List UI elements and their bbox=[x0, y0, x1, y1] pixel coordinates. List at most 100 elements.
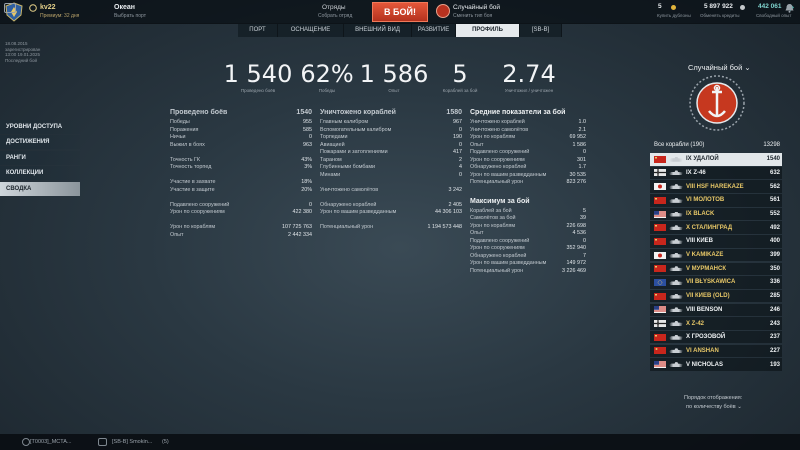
ship-battles-count: 336 bbox=[769, 279, 780, 286]
doubloons-value[interactable]: 5 bbox=[658, 3, 662, 10]
sidebar-item-collections[interactable]: КОЛЛЕКЦИИ bbox=[0, 166, 80, 181]
stat-row: Урон по кораблям 107 725 763 bbox=[170, 224, 312, 232]
credits-value[interactable]: 5 897 922 bbox=[704, 3, 733, 10]
ship-row[interactable]: X СТАЛИНГРАД 492 bbox=[650, 221, 782, 234]
all-ships-header[interactable]: Все корабли (190) 13298 bbox=[654, 142, 780, 148]
battle-button[interactable]: В БОЙ! bbox=[372, 2, 428, 22]
stat-label: Обнаружено кораблей bbox=[470, 164, 527, 170]
ship-silhouette-icon bbox=[669, 156, 683, 162]
ship-row[interactable]: IX Z-46 632 bbox=[650, 166, 782, 180]
stat-label: Самолётов за бой bbox=[470, 215, 516, 221]
ship-row[interactable]: VII КИЕВ (OLD) 285 bbox=[650, 289, 782, 303]
stat-value: 69 952 bbox=[569, 134, 587, 140]
chat-icon[interactable] bbox=[4, 3, 16, 13]
sidebar-item-ranks[interactable]: РАНГИ bbox=[0, 150, 80, 165]
contacts-icon[interactable] bbox=[22, 438, 30, 446]
stat-row: Кораблей за бой 5 bbox=[470, 208, 586, 216]
stat-value: 4 bbox=[459, 164, 462, 170]
stat-value: 7 bbox=[583, 252, 586, 259]
credits-icon bbox=[740, 5, 745, 10]
nation-flag-icon bbox=[654, 237, 666, 245]
ship-silhouette-icon bbox=[669, 362, 683, 368]
stat-value: 2 bbox=[459, 156, 462, 163]
nation-flag-icon bbox=[654, 306, 666, 314]
stat-value: 226 698 bbox=[566, 222, 587, 229]
ship-row[interactable]: VIII HSF HAREKAZE 562 bbox=[650, 180, 782, 193]
sidebar-item-achievements[interactable]: ДОСТИЖЕНИЯ bbox=[0, 135, 80, 150]
stat-label: Урон по вашим разведданным bbox=[320, 209, 397, 215]
stat-label: Точность торпед bbox=[170, 164, 212, 170]
stat-label: Главным калибром bbox=[320, 119, 369, 125]
sidebar-item-summary[interactable]: СВОДКА bbox=[0, 181, 80, 196]
ship-battles-count: 243 bbox=[769, 320, 780, 327]
stat-row: Глубинными бомбами 4 bbox=[320, 164, 462, 172]
tab-research[interactable]: РАЗВИТИЕ bbox=[412, 24, 456, 37]
ship-name: X СТАЛИНГРАД bbox=[686, 224, 733, 231]
premium-status[interactable]: Премиум: 32 дня bbox=[40, 13, 79, 19]
ship-row[interactable]: VII BŁYSKAWICA 336 bbox=[650, 276, 782, 289]
stat-value: 967 bbox=[453, 119, 462, 125]
tab-appearance[interactable]: ВНЕШНИЙ ВИД bbox=[344, 24, 412, 37]
nation-flag-icon bbox=[654, 320, 666, 327]
stat-label: Подавлено сооружений bbox=[470, 149, 530, 155]
nation-flag-icon bbox=[654, 265, 666, 273]
stat-value: 43% bbox=[301, 156, 312, 163]
stat-row: Обнаружено кораблей 1.7 bbox=[470, 164, 586, 172]
stat-row: Уничтожено самолётов 2.1 bbox=[470, 127, 586, 135]
chat-channel-1[interactable]: [T0003]_MCTA... bbox=[30, 439, 71, 445]
exchange-credits-link[interactable]: Обменять кредиты bbox=[700, 13, 739, 18]
free-xp-value[interactable]: 442 061 bbox=[758, 3, 782, 10]
stat-label: Торпедами bbox=[320, 134, 348, 140]
stat-value: 1.7 bbox=[578, 164, 587, 170]
average-stats-title: Средние показатели за бой bbox=[470, 109, 566, 116]
battle-mode-icon[interactable] bbox=[436, 4, 450, 18]
stat-value: 2 405 bbox=[448, 201, 463, 208]
chat-channel-2[interactable]: [SB-B] Smokin... bbox=[112, 439, 152, 445]
nation-flag-icon bbox=[654, 333, 666, 341]
ship-row[interactable]: V МУРМАНСК 350 bbox=[650, 262, 782, 275]
ship-row[interactable]: X ГРОЗОВОЙ 237 bbox=[650, 330, 782, 344]
sort-order-dropdown[interactable]: по количеству боёв ⌄ bbox=[686, 404, 742, 410]
ship-row[interactable]: X Z-42 243 bbox=[650, 317, 782, 330]
nation-flag-icon bbox=[654, 251, 666, 259]
tab-port[interactable]: ПОРТ bbox=[238, 24, 278, 37]
ship-name: X ГРОЗОВОЙ bbox=[686, 334, 726, 341]
notifications-bell-icon[interactable] bbox=[785, 3, 794, 13]
ship-row[interactable]: IX BLACK 552 bbox=[650, 207, 782, 221]
port-selector[interactable]: Океан bbox=[114, 4, 135, 11]
ship-name: X Z-42 bbox=[686, 320, 705, 327]
tab-clan[interactable]: [SB-B] bbox=[520, 24, 562, 37]
player-nickname[interactable]: kv22 bbox=[40, 4, 56, 11]
stat-value: 0 bbox=[459, 141, 462, 148]
sidebar-item-access-levels[interactable]: УРОВНИ ДОСТУПА bbox=[0, 120, 80, 134]
stat-row bbox=[170, 149, 312, 157]
free-xp-label[interactable]: Свободный опыт bbox=[756, 13, 791, 18]
ship-row[interactable]: VIII BENSON 246 bbox=[650, 303, 782, 317]
ship-name: VIII BENSON bbox=[686, 306, 723, 313]
buy-doubloons-link[interactable]: Купить дублоны bbox=[657, 13, 691, 18]
squads-button[interactable]: Отряды bbox=[322, 4, 346, 11]
battle-mode-selector[interactable]: Случайный бой bbox=[453, 4, 500, 11]
stat-row: Урон по кораблям 69 952 bbox=[470, 134, 586, 142]
stat-value: 2 442 334 bbox=[288, 231, 312, 238]
sort-order-label: Порядок отображения: bbox=[684, 395, 743, 401]
battles-count: 1 540 bbox=[223, 60, 293, 88]
tab-profile[interactable]: ПРОФИЛЬ bbox=[456, 24, 520, 37]
ship-silhouette-icon bbox=[669, 348, 683, 354]
ship-battles-count: 399 bbox=[769, 252, 780, 259]
ship-row[interactable]: VI МОЛОТОВ 561 bbox=[650, 194, 782, 207]
stat-label: Кораблей за бой bbox=[470, 207, 512, 214]
stat-value: 18% bbox=[301, 179, 312, 185]
ship-row[interactable]: V KAMIKAZE 399 bbox=[650, 248, 782, 262]
ship-row[interactable]: VIII КИЕВ 400 bbox=[650, 235, 782, 248]
stat-row: Уничтожено самолётов 3 242 bbox=[320, 187, 462, 195]
ship-row[interactable]: VI ANSHAN 227 bbox=[650, 344, 782, 358]
ship-row[interactable]: IX УДАЛОЙ 1540 bbox=[650, 153, 782, 166]
ship-row[interactable]: V NICHOLAS 193 bbox=[650, 358, 782, 371]
stat-row: Участие в защите 20% bbox=[170, 187, 312, 195]
stat-value: 417 bbox=[453, 149, 462, 155]
tab-equipment[interactable]: ОСНАЩЕНИЕ bbox=[278, 24, 344, 37]
stats-mode-dropdown[interactable]: Случайный бой ⌄ bbox=[688, 63, 751, 72]
stat-row: Участие в захвате 18% bbox=[170, 179, 312, 187]
stat-row bbox=[170, 194, 312, 202]
